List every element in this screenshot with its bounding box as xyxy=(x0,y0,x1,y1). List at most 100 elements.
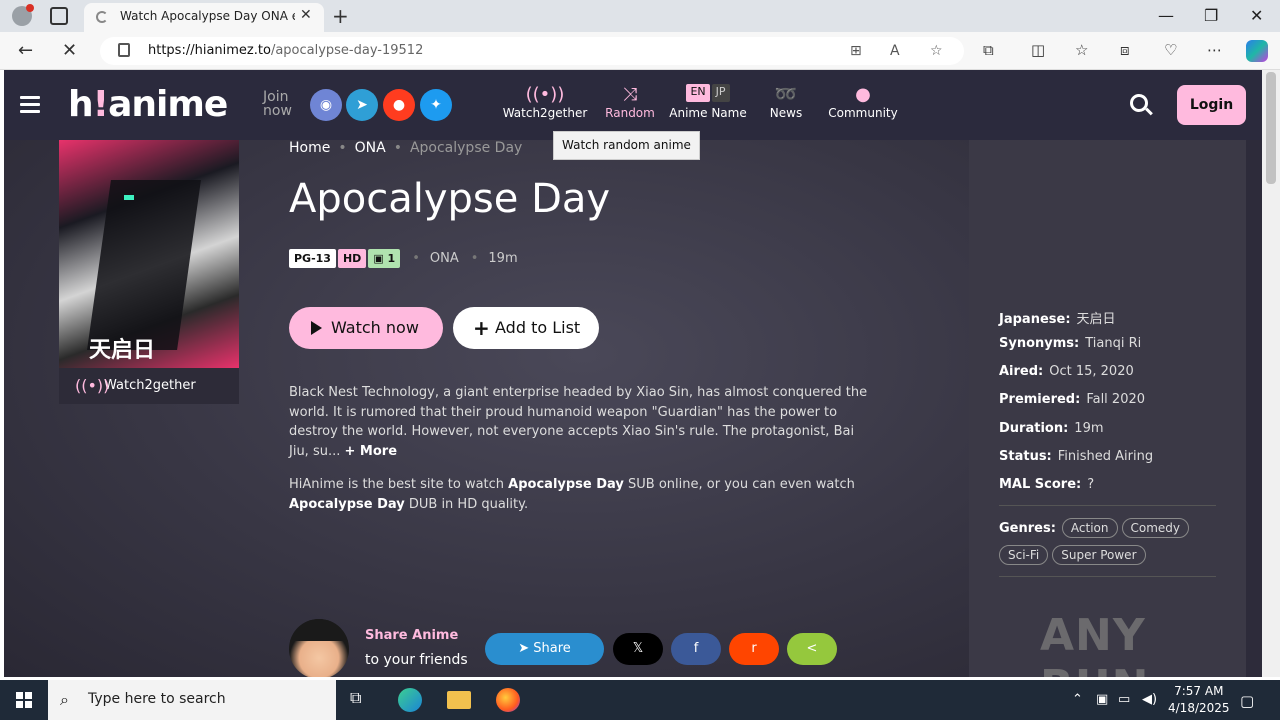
poster-title-text: 天启日 xyxy=(89,338,156,363)
x-share-button[interactable]: 𝕏 xyxy=(613,633,663,665)
telegram-icon: ➤ xyxy=(518,641,534,656)
restore-icon[interactable]: ❐ xyxy=(1204,6,1218,25)
new-tab-button[interactable]: + xyxy=(332,4,349,28)
subtitle-badge: ▣ 1 xyxy=(368,249,401,268)
discord-icon[interactable]: ◉ xyxy=(310,89,342,121)
back-icon[interactable]: ← xyxy=(18,40,33,61)
info-aired: Aired: Oct 15, 2020 xyxy=(999,364,1134,379)
close-tab-icon[interactable]: ✕ xyxy=(300,7,312,23)
scrollbar-thumb[interactable] xyxy=(1266,72,1276,184)
firefox-icon[interactable] xyxy=(496,688,520,712)
nav-news[interactable]: ➿ News xyxy=(764,84,808,120)
more-menu-icon[interactable]: ⋯ xyxy=(1207,41,1222,59)
shuffle-icon: ⤨ xyxy=(622,84,638,105)
page-scrollbar[interactable] xyxy=(1262,70,1280,677)
share-subtitle: to your friends xyxy=(365,652,468,668)
broadcast-icon: ((•)) xyxy=(75,376,110,395)
genre-chip[interactable]: Sci-Fi xyxy=(999,545,1049,565)
taskbar-search[interactable]: ⌕ Type here to search xyxy=(48,680,336,720)
breadcrumb-ona[interactable]: ONA xyxy=(355,140,386,156)
show-hidden-icons[interactable]: ⌃ xyxy=(1072,692,1083,707)
genre-chip[interactable]: Super Power xyxy=(1052,545,1146,565)
tab-title: Watch Apocalypse Day ONA episodes xyxy=(120,9,295,23)
favorites-icon[interactable]: ☆ xyxy=(1075,41,1088,59)
clock[interactable]: 7:57 AM 4/18/2025 xyxy=(1168,683,1230,717)
info-mal-score: MAL Score:? xyxy=(999,477,1095,492)
nav-anime-name[interactable]: EN JP Anime Name xyxy=(668,84,748,120)
network-icon[interactable]: ▭ xyxy=(1118,692,1130,707)
search-icon[interactable] xyxy=(1130,94,1148,112)
edge-icon[interactable] xyxy=(398,688,422,712)
nav-watch2gether[interactable]: ((•)) Watch2gether xyxy=(502,84,588,120)
extensions-icon[interactable]: ⧉ xyxy=(983,41,994,59)
tooltip: Watch random anime xyxy=(553,131,700,160)
web-page: h!anime Join now ◉ ➤ ● ✦ ((•)) Watch2geth… xyxy=(4,70,1262,677)
quality-badge: HD xyxy=(337,249,367,268)
lock-icon[interactable] xyxy=(118,43,130,57)
chat-icon: ● xyxy=(855,84,871,105)
profile-icon[interactable] xyxy=(12,4,34,26)
facebook-share-button[interactable]: f xyxy=(671,633,721,665)
url-text: https://hianimez.to/apocalypse-day-19512 xyxy=(148,43,424,58)
twitter-icon[interactable]: ✦ xyxy=(420,89,452,121)
browser-essentials-icon[interactable]: ♡ xyxy=(1164,41,1177,59)
stop-loading-icon[interactable]: ✕ xyxy=(62,40,77,61)
join-now-text: Join now xyxy=(263,89,292,119)
tab-manager-icon[interactable] xyxy=(50,7,68,25)
language-toggle[interactable]: EN JP xyxy=(686,84,730,102)
breadcrumb-home[interactable]: Home xyxy=(289,140,330,156)
reddit-share-button[interactable]: r xyxy=(729,633,779,665)
read-aloud-icon[interactable]: A xyxy=(890,43,900,59)
favorite-star-icon[interactable]: ☆ xyxy=(930,43,943,59)
telegram-icon[interactable]: ➤ xyxy=(346,89,378,121)
genre-chip[interactable]: Comedy xyxy=(1121,518,1190,538)
site-logo[interactable]: h!anime xyxy=(68,84,228,125)
browser-tab-bar: Watch Apocalypse Day ONA episodes ✕ + — … xyxy=(0,0,1280,32)
anime-description: Black Nest Technology, a giant enterpris… xyxy=(289,385,868,459)
file-explorer-icon[interactable] xyxy=(447,691,471,709)
breadcrumb: Home • ONA • Apocalypse Day xyxy=(289,140,523,156)
more-share-button[interactable]: < xyxy=(787,633,837,665)
tray-app-icon[interactable]: ▣ xyxy=(1096,692,1108,707)
start-icon[interactable] xyxy=(16,692,32,708)
poster-accent xyxy=(124,195,134,200)
notifications-icon[interactable]: ▢ xyxy=(1240,692,1254,710)
watch2gether-button[interactable]: ((•)) Watch2gether xyxy=(59,368,239,404)
divider xyxy=(999,505,1216,506)
nav-community[interactable]: ● Community xyxy=(824,84,902,120)
nav-random[interactable]: ⤨ Random xyxy=(600,84,660,120)
info-japanese: Japanese: 天启日 xyxy=(999,312,1116,327)
seo-text: HiAnime is the best site to watch Apocal… xyxy=(289,477,855,512)
collections-icon[interactable]: ⧈ xyxy=(1120,41,1130,59)
share-avatar xyxy=(289,619,349,677)
menu-icon[interactable] xyxy=(20,96,40,113)
anime-title: Apocalypse Day xyxy=(289,176,611,222)
watch-now-button[interactable]: Watch now xyxy=(289,307,443,349)
copilot-icon[interactable] xyxy=(1246,40,1268,62)
task-view-icon[interactable]: ⧉ xyxy=(350,688,374,712)
add-to-list-button[interactable]: + Add to List xyxy=(453,307,599,349)
more-link[interactable]: + More xyxy=(345,444,398,459)
share-title: Share Anime xyxy=(365,628,459,643)
minimize-icon[interactable]: — xyxy=(1158,6,1174,25)
plus-icon: + xyxy=(473,316,490,340)
anime-duration: • 19m xyxy=(470,251,518,266)
close-window-icon[interactable]: ✕ xyxy=(1250,6,1263,25)
reddit-icon[interactable]: ● xyxy=(383,89,415,121)
split-screen-icon[interactable]: ◫ xyxy=(1031,41,1045,59)
address-bar[interactable]: https://hianimez.to/apocalypse-day-19512… xyxy=(100,37,964,65)
browser-tab[interactable]: Watch Apocalypse Day ONA episodes ✕ xyxy=(84,3,324,32)
anime-type: • ONA xyxy=(412,251,459,266)
rating-badge: PG-13 xyxy=(289,249,336,268)
windows-taskbar: ⌕ Type here to search ⧉ ⌃ ▣ ▭ ◀) 7:57 AM… xyxy=(0,680,1280,720)
search-icon: ⌕ xyxy=(60,690,69,709)
loading-icon xyxy=(96,11,108,23)
address-toolbar: ← ✕ https://hianimez.to/apocalypse-day-1… xyxy=(0,32,1280,70)
login-button[interactable]: Login xyxy=(1177,85,1246,125)
genre-chip[interactable]: Action xyxy=(1061,518,1118,538)
cc-icon: ▣ xyxy=(373,252,388,265)
volume-icon[interactable]: ◀) xyxy=(1142,692,1157,707)
info-status: Status: Finished Airing xyxy=(999,449,1154,464)
telegram-share-button[interactable]: ➤ Share xyxy=(485,633,604,665)
app-available-icon[interactable]: ⊞ xyxy=(850,43,862,59)
